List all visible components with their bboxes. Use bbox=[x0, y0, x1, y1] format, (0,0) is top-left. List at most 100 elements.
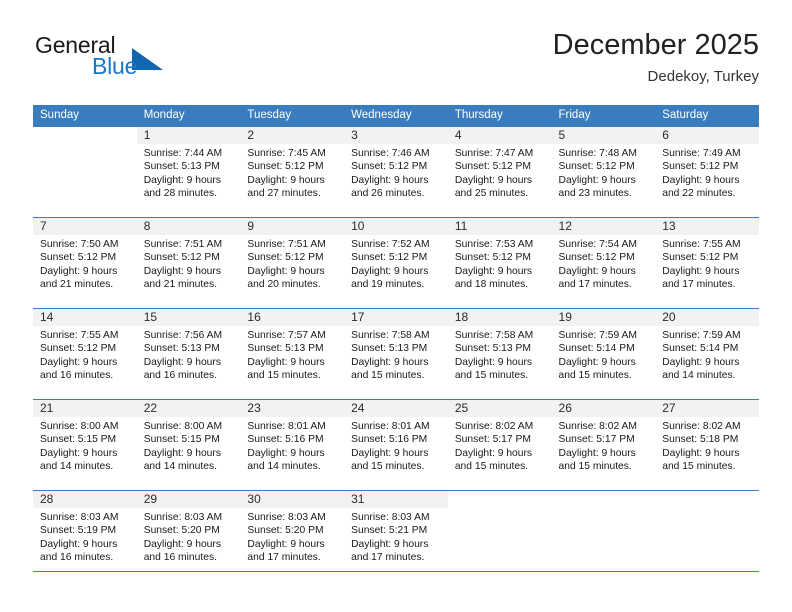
weekday-header-wednesday: Wednesday bbox=[344, 105, 448, 127]
calendar-day[interactable]: 22 Sunrise: 8:00 AM Sunset: 5:15 PM Dayligh… bbox=[136, 400, 241, 490]
day-daylight2-text: and 14 minutes. bbox=[247, 461, 321, 473]
day-sun-info: Sunrise: 8:02 AM Sunset: 5:17 PM Daylight:… bbox=[552, 417, 656, 474]
weekday-header-tuesday: Tuesday bbox=[240, 105, 345, 127]
brand-logo[interactable]: General Blue bbox=[33, 32, 253, 94]
calendar-week-row: 28 Sunrise: 8:03 AM Sunset: 5:19 PM Dayligh… bbox=[33, 490, 759, 581]
calendar-day[interactable]: 11 Sunrise: 7:53 AM Sunset: 5:12 PM Dayligh… bbox=[447, 218, 552, 308]
calendar-day[interactable]: 28 Sunrise: 8:03 AM Sunset: 5:19 PM Dayligh… bbox=[33, 491, 137, 581]
day-sunrise-text: Sunrise: 7:45 AM bbox=[247, 148, 326, 159]
calendar-day[interactable]: 17 Sunrise: 7:58 AM Sunset: 5:13 PM Dayligh… bbox=[344, 309, 448, 399]
day-sunrise-text: Sunrise: 8:03 AM bbox=[351, 512, 430, 523]
calendar-grid: Sunday Monday Tuesday Wednesday Thursday… bbox=[33, 105, 759, 581]
calendar-day[interactable]: 13 Sunrise: 7:55 AM Sunset: 5:12 PM Dayligh… bbox=[655, 218, 759, 308]
day-sunset-text: Sunset: 5:16 PM bbox=[247, 434, 324, 446]
calendar-day[interactable]: 15 Sunrise: 7:56 AM Sunset: 5:13 PM Dayligh… bbox=[136, 309, 241, 399]
calendar-week-row: 21 Sunrise: 8:00 AM Sunset: 5:15 PM Dayligh… bbox=[33, 399, 759, 491]
calendar-day[interactable]: 8 Sunrise: 7:51 AM Sunset: 5:12 PM Daylight… bbox=[136, 218, 241, 308]
day-daylight2-text: and 16 minutes. bbox=[143, 552, 217, 564]
calendar-cell: 16 Sunrise: 7:57 AM Sunset: 5:13 PM Dayligh… bbox=[240, 308, 345, 400]
day-number: 4 bbox=[447, 127, 552, 144]
calendar-day[interactable]: 30 Sunrise: 8:03 AM Sunset: 5:20 PM Dayligh… bbox=[240, 491, 345, 581]
day-sunrise-text: Sunrise: 8:00 AM bbox=[40, 421, 119, 432]
calendar-day[interactable]: 21 Sunrise: 8:00 AM Sunset: 5:15 PM Dayligh… bbox=[33, 400, 137, 490]
day-sunset-text: Sunset: 5:12 PM bbox=[662, 161, 739, 173]
day-daylight2-text: and 17 minutes. bbox=[662, 279, 736, 291]
calendar-day[interactable]: 18 Sunrise: 7:58 AM Sunset: 5:13 PM Dayligh… bbox=[447, 309, 552, 399]
day-daylight2-text: and 14 minutes. bbox=[40, 461, 114, 473]
day-daylight2-text: and 21 minutes. bbox=[40, 279, 114, 291]
day-number: 19 bbox=[551, 309, 656, 326]
day-number: 23 bbox=[240, 400, 345, 417]
day-sun-info: Sunrise: 7:50 AM Sunset: 5:12 PM Daylight:… bbox=[33, 235, 137, 292]
weekday-header-sunday: Sunday bbox=[33, 105, 137, 127]
day-sunset-text: Sunset: 5:14 PM bbox=[558, 343, 635, 355]
day-sunrise-text: Sunrise: 7:47 AM bbox=[454, 148, 534, 159]
calendar-cell: 15 Sunrise: 7:56 AM Sunset: 5:13 PM Dayligh… bbox=[136, 308, 241, 400]
day-sun-info: Sunrise: 7:51 AM Sunset: 5:12 PM Daylight:… bbox=[137, 235, 241, 292]
calendar-day[interactable]: 2 Sunrise: 7:45 AM Sunset: 5:12 PM Daylight… bbox=[240, 127, 345, 217]
day-daylight2-text: and 15 minutes. bbox=[454, 370, 529, 382]
calendar-bottom-rule bbox=[33, 571, 759, 572]
day-sunrise-text: Sunrise: 8:02 AM bbox=[558, 421, 637, 432]
calendar-day[interactable]: 16 Sunrise: 7:57 AM Sunset: 5:13 PM Dayligh… bbox=[240, 309, 345, 399]
page-title: December 2025 bbox=[552, 29, 759, 61]
day-sun-info: Sunrise: 8:03 AM Sunset: 5:19 PM Daylight:… bbox=[33, 508, 137, 565]
day-number: 17 bbox=[344, 309, 448, 326]
day-sunrise-text: Sunrise: 7:58 AM bbox=[454, 330, 534, 341]
day-daylight1-text: Daylight: 9 hours bbox=[40, 356, 118, 368]
calendar-day[interactable]: 9 Sunrise: 7:51 AM Sunset: 5:12 PM Daylight… bbox=[240, 218, 345, 308]
day-daylight2-text: and 26 minutes. bbox=[351, 188, 425, 200]
calendar-day[interactable]: 3 Sunrise: 7:46 AM Sunset: 5:12 PM Daylight… bbox=[344, 127, 448, 217]
calendar-day[interactable]: 27 Sunrise: 8:02 AM Sunset: 5:18 PM Dayligh… bbox=[655, 400, 759, 490]
calendar-day[interactable]: 23 Sunrise: 8:01 AM Sunset: 5:16 PM Dayligh… bbox=[240, 400, 345, 490]
day-sunrise-text: Sunrise: 8:03 AM bbox=[143, 512, 223, 523]
calendar-day[interactable]: 26 Sunrise: 8:02 AM Sunset: 5:17 PM Dayligh… bbox=[551, 400, 656, 490]
calendar-cell: 25 Sunrise: 8:02 AM Sunset: 5:17 PM Dayligh… bbox=[447, 399, 552, 491]
day-sunset-text: Sunset: 5:13 PM bbox=[351, 343, 428, 355]
day-number: 20 bbox=[655, 309, 759, 326]
calendar-day[interactable]: 7 Sunrise: 7:50 AM Sunset: 5:12 PM Daylight… bbox=[33, 218, 137, 308]
calendar-day[interactable]: 12 Sunrise: 7:54 AM Sunset: 5:12 PM Dayligh… bbox=[551, 218, 656, 308]
weekday-header-monday: Monday bbox=[136, 105, 241, 127]
day-sunset-text: Sunset: 5:12 PM bbox=[662, 252, 739, 264]
day-daylight2-text: and 20 minutes. bbox=[247, 279, 321, 291]
calendar-week-row: 7 Sunrise: 7:50 AM Sunset: 5:12 PM Daylight… bbox=[33, 217, 759, 309]
day-sunset-text: Sunset: 5:14 PM bbox=[662, 343, 739, 355]
day-sunset-text: Sunset: 5:16 PM bbox=[351, 434, 428, 446]
day-sun-info: Sunrise: 7:57 AM Sunset: 5:13 PM Daylight:… bbox=[240, 326, 344, 383]
calendar-day[interactable]: 6 Sunrise: 7:49 AM Sunset: 5:12 PM Daylight… bbox=[655, 127, 759, 217]
day-daylight2-text: and 14 minutes. bbox=[662, 370, 736, 382]
day-daylight1-text: Daylight: 9 hours bbox=[247, 538, 325, 550]
day-sunrise-text: Sunrise: 8:01 AM bbox=[247, 421, 326, 432]
day-daylight1-text: Daylight: 9 hours bbox=[454, 265, 533, 277]
calendar-day[interactable]: 5 Sunrise: 7:48 AM Sunset: 5:12 PM Daylight… bbox=[551, 127, 656, 217]
day-number: 8 bbox=[136, 218, 241, 235]
calendar-cell: 13 Sunrise: 7:55 AM Sunset: 5:12 PM Dayligh… bbox=[655, 217, 759, 309]
day-sunrise-text: Sunrise: 7:51 AM bbox=[247, 239, 326, 250]
day-sun-info: Sunrise: 7:46 AM Sunset: 5:12 PM Daylight:… bbox=[344, 144, 448, 201]
calendar-day[interactable]: 29 Sunrise: 8:03 AM Sunset: 5:20 PM Dayligh… bbox=[136, 491, 241, 581]
brand-name-blue: Blue bbox=[92, 53, 138, 79]
day-number: 25 bbox=[447, 400, 552, 417]
calendar-day-empty bbox=[552, 491, 656, 581]
day-number: 11 bbox=[447, 218, 552, 235]
day-daylight1-text: Daylight: 9 hours bbox=[558, 356, 636, 368]
day-number: 18 bbox=[447, 309, 552, 326]
calendar-day[interactable]: 4 Sunrise: 7:47 AM Sunset: 5:12 PM Daylight… bbox=[447, 127, 552, 217]
calendar-day[interactable]: 20 Sunrise: 7:59 AM Sunset: 5:14 PM Dayligh… bbox=[655, 309, 759, 399]
calendar-day[interactable]: 31 Sunrise: 8:03 AM Sunset: 5:21 PM Dayligh… bbox=[344, 491, 448, 581]
day-sun-info: Sunrise: 7:54 AM Sunset: 5:12 PM Daylight:… bbox=[552, 235, 656, 292]
day-sun-info: Sunrise: 8:00 AM Sunset: 5:15 PM Daylight:… bbox=[137, 417, 241, 474]
day-daylight1-text: Daylight: 9 hours bbox=[351, 447, 429, 459]
day-sunset-text: Sunset: 5:18 PM bbox=[662, 434, 739, 446]
calendar-day-empty bbox=[448, 491, 552, 581]
calendar-cell: 17 Sunrise: 7:58 AM Sunset: 5:13 PM Dayligh… bbox=[344, 308, 448, 400]
calendar-day[interactable]: 14 Sunrise: 7:55 AM Sunset: 5:12 PM Dayligh… bbox=[33, 309, 137, 399]
calendar-day[interactable]: 25 Sunrise: 8:02 AM Sunset: 5:17 PM Dayligh… bbox=[447, 400, 552, 490]
day-sunrise-text: Sunrise: 7:50 AM bbox=[40, 239, 119, 250]
day-sunrise-text: Sunrise: 7:52 AM bbox=[351, 239, 430, 250]
calendar-day[interactable]: 24 Sunrise: 8:01 AM Sunset: 5:16 PM Dayligh… bbox=[344, 400, 448, 490]
calendar-day[interactable]: 10 Sunrise: 7:52 AM Sunset: 5:12 PM Dayligh… bbox=[344, 218, 448, 308]
calendar-day[interactable]: 19 Sunrise: 7:59 AM Sunset: 5:14 PM Dayligh… bbox=[551, 309, 656, 399]
calendar-day[interactable]: 1 Sunrise: 7:44 AM Sunset: 5:13 PM Daylight… bbox=[136, 127, 241, 217]
